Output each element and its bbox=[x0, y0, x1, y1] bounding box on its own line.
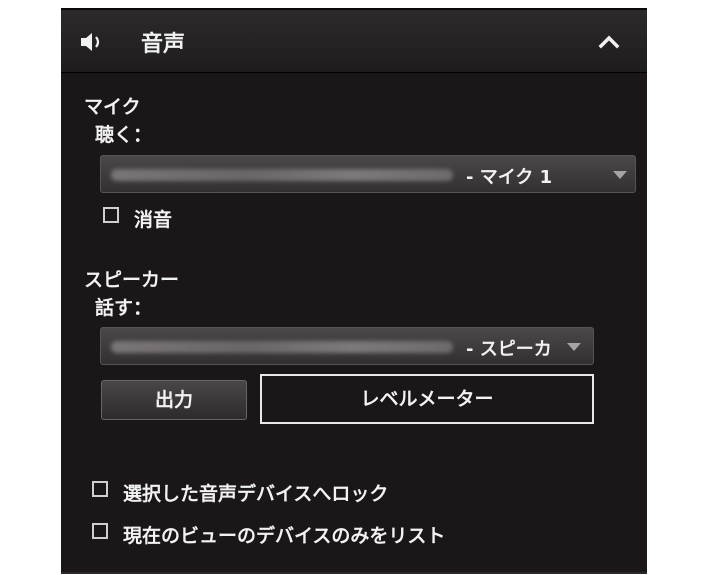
output-button[interactable]: 出力 bbox=[101, 380, 247, 420]
list-current-view-label: 現在のビューのデバイスのみをリスト bbox=[123, 525, 446, 547]
chevron-up-icon[interactable] bbox=[597, 30, 621, 52]
panel-title: 音声 bbox=[141, 32, 186, 57]
microphone-section-label: マイク bbox=[84, 96, 141, 118]
microphone-device-suffix: - マイク 1 bbox=[466, 167, 553, 188]
microphone-device-select[interactable]: - マイク 1 bbox=[100, 155, 636, 193]
panel-header[interactable]: 音声 bbox=[61, 10, 647, 73]
chevron-down-icon bbox=[613, 171, 627, 179]
talk-label: 話す： bbox=[95, 297, 153, 319]
audio-panel: 音声 マイク 聴く： - マイク 1 消音 スピーカー 話す： - スピーカ 出… bbox=[61, 8, 647, 574]
lock-selected-device-label: 選択した音声デバイスへロック bbox=[123, 483, 389, 505]
level-meter: レベルメーター bbox=[260, 374, 594, 424]
list-current-view-checkbox[interactable] bbox=[92, 523, 108, 539]
blurred-device-name bbox=[111, 341, 453, 353]
speaker-section-label: スピーカー bbox=[84, 269, 180, 291]
speaker-device-suffix: - スピーカ bbox=[466, 339, 552, 360]
speaker-icon bbox=[81, 33, 100, 51]
chevron-down-icon bbox=[567, 343, 581, 351]
blurred-device-name bbox=[111, 169, 453, 181]
speaker-device-select[interactable]: - スピーカ bbox=[100, 327, 594, 365]
mute-checkbox[interactable] bbox=[103, 207, 119, 223]
lock-selected-device-checkbox[interactable] bbox=[92, 481, 108, 497]
listen-label: 聴く： bbox=[95, 124, 153, 146]
mute-label: 消音 bbox=[134, 209, 173, 231]
